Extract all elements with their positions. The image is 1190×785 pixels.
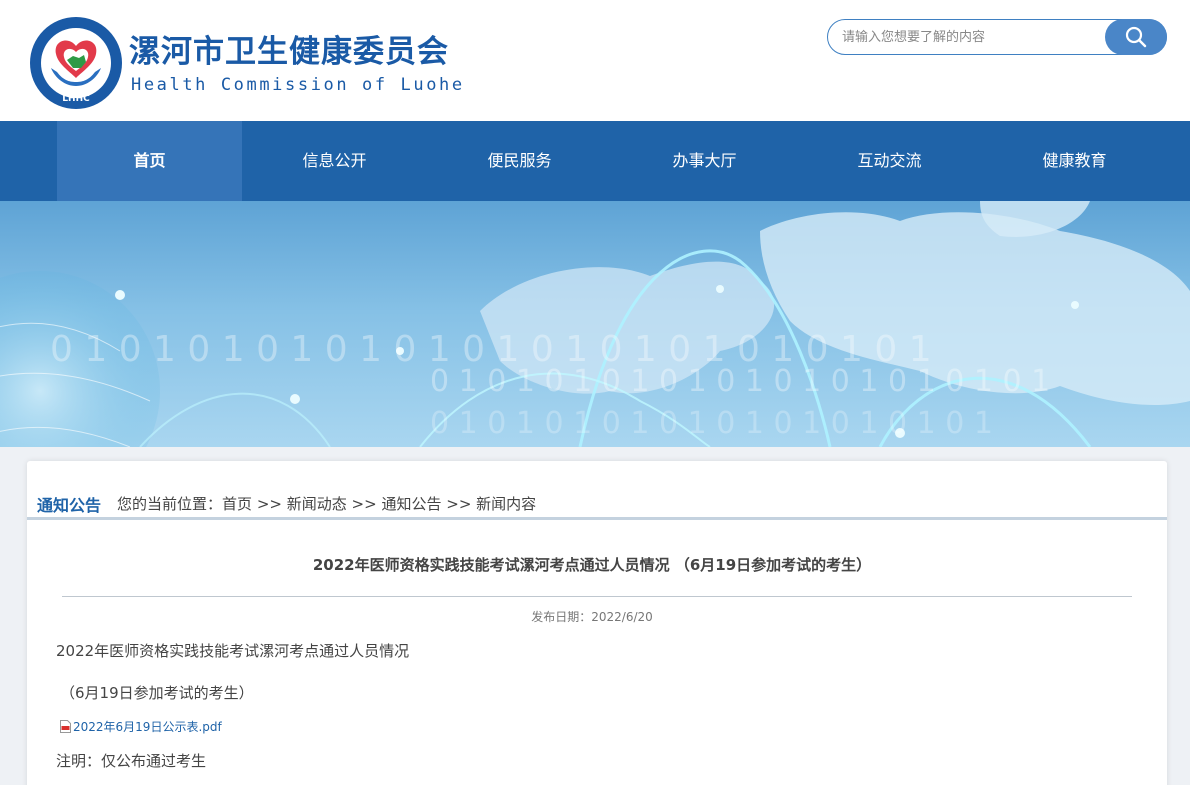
nav-item-info-disclosure[interactable]: 信息公开 — [242, 121, 427, 201]
banner-image: 0 1 0 1 0 1 0 1 0 1 0 1 0 1 0 1 0 1 0 1 … — [0, 201, 1190, 447]
breadcrumb-bar: 通知公告 您的当前位置：首页 >> 新闻动态 >> 通知公告 >> 新闻内容 — [27, 461, 1167, 520]
breadcrumb-news[interactable]: 新闻动态 — [287, 495, 347, 513]
nav-item-health-education[interactable]: 健康教育 — [982, 121, 1167, 201]
attachment-link[interactable]: 2022年6月19日公示表.pdf — [60, 718, 222, 735]
breadcrumb-notices[interactable]: 通知公告 — [381, 495, 441, 513]
pdf-icon — [60, 720, 71, 733]
site-header: LHHC 漯河市卫生健康委员会 Health Commission of Luo… — [0, 0, 1190, 121]
nav-item-service-hall[interactable]: 办事大厅 — [612, 121, 797, 201]
article-paragraph-2: （6月19日参加考试的考生） — [60, 684, 254, 702]
site-title-en: Health Commission of Luohe — [131, 75, 465, 95]
search-input[interactable] — [842, 26, 1102, 48]
search-bar — [827, 19, 1167, 55]
article-paragraph-1: 2022年医师资格实践技能考试漯河考点通过人员情况 — [56, 642, 410, 660]
search-button[interactable] — [1105, 19, 1167, 55]
attachment-filename[interactable]: 2022年6月19日公示表.pdf — [73, 718, 222, 735]
search-icon — [1125, 26, 1147, 48]
article-note: 注明：仅公布通过考生 — [56, 752, 207, 770]
title-divider — [62, 596, 1132, 597]
site-title-cn: 漯河市卫生健康委员会 — [129, 34, 449, 70]
main-nav: 首页 信息公开 便民服务 办事大厅 互动交流 健康教育 — [0, 121, 1190, 201]
nav-item-home[interactable]: 首页 — [57, 121, 242, 201]
world-map-graphic: 0 1 0 1 0 1 0 1 0 1 0 1 0 1 0 1 0 1 0 1 … — [0, 201, 1190, 447]
breadcrumb-prefix: 您的当前位置： — [117, 495, 223, 513]
nav-item-public-services[interactable]: 便民服务 — [427, 121, 612, 201]
breadcrumb-separator: >> — [351, 495, 377, 513]
content-panel: 通知公告 您的当前位置：首页 >> 新闻动态 >> 通知公告 >> 新闻内容 2… — [27, 461, 1167, 785]
logo-icon[interactable]: LHHC — [29, 16, 123, 110]
section-title: 通知公告 — [37, 496, 102, 515]
binary-text-row-2: 0 1 0 1 0 1 0 1 0 1 0 1 0 1 0 1 0 1 0 1 … — [430, 364, 1050, 399]
logo-letters: LHHC — [62, 94, 90, 104]
nav-item-interaction[interactable]: 互动交流 — [797, 121, 982, 201]
breadcrumb-home[interactable]: 首页 — [222, 495, 252, 513]
breadcrumb: 您的当前位置：首页 >> 新闻动态 >> 通知公告 >> 新闻内容 — [117, 493, 536, 514]
article-title: 2022年医师资格实践技能考试漯河考点通过人员情况 （6月19日参加考试的考生） — [312, 556, 872, 574]
binary-text-row-3: 0 1 0 1 0 1 0 1 0 1 0 1 0 1 0 1 0 1 0 1 — [430, 406, 993, 441]
breadcrumb-separator: >> — [256, 495, 282, 513]
breadcrumb-separator: >> — [446, 495, 472, 513]
breadcrumb-current: 新闻内容 — [476, 495, 537, 513]
publish-date: 发布日期：2022/6/20 — [531, 610, 653, 624]
